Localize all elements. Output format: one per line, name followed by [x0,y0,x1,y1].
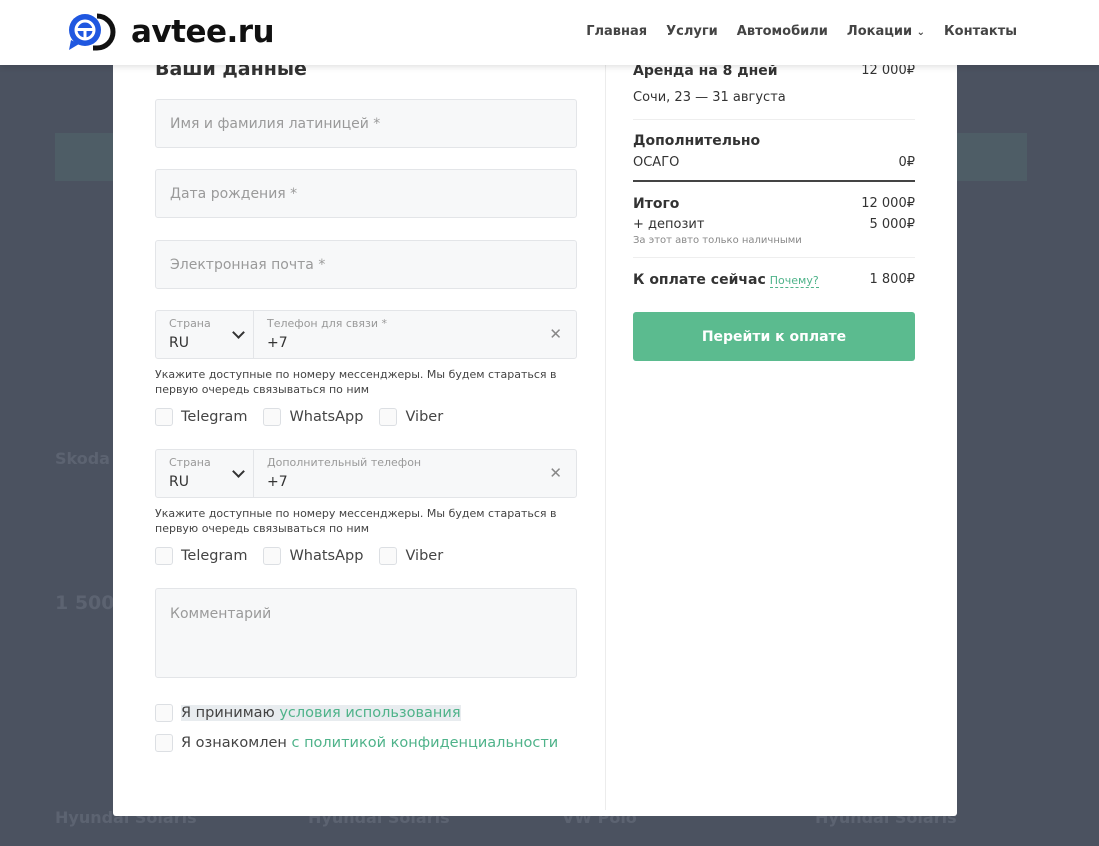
pay-now-text: К оплате сейчас [633,272,766,288]
privacy-label: Я ознакомлен с политикой конфиденциально… [181,735,558,751]
phone-label: Дополнительный телефон [267,456,422,469]
privacy-link[interactable]: с политикой конфиденциальности [291,735,558,751]
rent-price: 12 000₽ [861,63,915,78]
phone-value: +7 [267,335,288,351]
extras-label: Дополнительно [633,133,761,149]
terms-link[interactable]: условия использования [279,705,460,721]
why-link[interactable]: Почему? [769,274,819,288]
divider [633,257,915,258]
checkbox-label: Telegram [181,409,248,425]
checkbox-box[interactable] [263,547,282,565]
extra-phone-field: Страна RU Дополнительный телефон +7 ✕ [155,449,577,498]
country-value: RU [169,335,189,351]
main-nav: Главная Услуги Автомобили Локации ⌄ Конт… [586,24,1017,39]
terms-label: Я принимаю условия использования [181,705,461,721]
whatsapp-checkbox[interactable]: WhatsApp [263,547,363,565]
nav-contacts[interactable]: Контакты [944,24,1017,39]
checkbox-box[interactable] [263,408,282,426]
pay-now-label: К оплате сейчас Почему? [633,272,819,288]
clear-icon[interactable]: ✕ [549,464,562,482]
phone-field: Страна RU Телефон для связи * +7 ✕ [155,310,577,359]
pay-now-price: 1 800₽ [869,272,916,287]
checkbox-label: Viber [405,548,444,564]
checkbox-box[interactable] [155,408,173,426]
logo[interactable]: avtee.ru [67,12,275,52]
nav-locations-label: Локации [846,24,913,39]
total-label: Итого [633,196,680,212]
rent-details: Сочи, 23 — 31 августа [633,90,786,105]
terms-text: Я принимаю [181,705,280,721]
nav-home[interactable]: Главная [586,24,647,39]
checkbox-box[interactable] [379,408,398,426]
messenger-hint: Укажите доступные по номеру мессенджеры.… [155,368,557,396]
telegram-checkbox[interactable]: Telegram [155,408,247,426]
extra-phone-input[interactable]: Дополнительный телефон +7 ✕ [254,450,576,497]
terms-checkbox[interactable]: Я принимаю условия использования [155,704,461,722]
checkbox-box[interactable] [379,547,398,565]
email-input[interactable]: Электронная почта * [155,240,577,289]
checkbox-label: Telegram [181,548,248,564]
deposit-price: 5 000₽ [869,217,916,232]
booking-modal: Ваши данные Имя и фамилия латиницей * Да… [113,40,957,816]
go-to-payment-button[interactable]: Перейти к оплате [633,312,915,361]
messenger-checkboxes: Telegram WhatsApp Viber [155,547,443,565]
privacy-text: Я ознакомлен [181,735,292,751]
divider [633,119,915,120]
chevron-down-icon: ⌄ [916,27,926,38]
osago-price: 0₽ [898,155,915,170]
checkbox-box[interactable] [155,704,173,722]
site-header: avtee.ru Главная Услуги Автомобили Локац… [0,0,1099,65]
column-divider [605,65,606,810]
country-label: Страна [169,456,211,469]
viber-checkbox[interactable]: Viber [379,408,443,426]
country-label: Страна [169,317,211,330]
divider [633,180,915,182]
steering-wheel-chat-icon [69,13,116,51]
nav-cars[interactable]: Автомобили [737,24,828,39]
osago-label: ОСАГО [633,155,680,170]
name-input[interactable]: Имя и фамилия латиницей * [155,99,577,148]
checkbox-label: Viber [405,409,444,425]
comment-textarea[interactable]: Комментарий [155,588,577,678]
nav-locations[interactable]: Локации ⌄ [847,24,925,39]
checkbox-label: WhatsApp [289,548,364,564]
logo-text: avtee.ru [131,14,275,50]
viber-checkbox[interactable]: Viber [379,547,443,565]
checkbox-box[interactable] [155,547,173,565]
deposit-label: + депозит [633,217,705,232]
privacy-checkbox[interactable]: Я ознакомлен с политикой конфиденциально… [155,734,558,752]
telegram-checkbox[interactable]: Telegram [155,547,247,565]
total-price: 12 000₽ [861,196,915,211]
phone-input[interactable]: Телефон для связи * +7 ✕ [254,311,576,358]
checkbox-box[interactable] [155,734,173,752]
nav-services[interactable]: Услуги [666,24,718,39]
whatsapp-checkbox[interactable]: WhatsApp [263,408,363,426]
phone-label: Телефон для связи * [267,317,388,330]
country-select[interactable]: Страна RU [156,311,254,358]
messenger-hint: Укажите доступные по номеру мессенджеры.… [155,507,557,535]
messenger-checkboxes: Telegram WhatsApp Viber [155,408,443,426]
country-select[interactable]: Страна RU [156,450,254,497]
phone-value: +7 [267,474,288,490]
deposit-note: За этот авто только наличными [633,235,802,246]
clear-icon[interactable]: ✕ [549,325,562,343]
rent-label: Аренда на 8 дней [633,63,778,79]
country-value: RU [169,474,189,490]
checkbox-label: WhatsApp [289,409,364,425]
birthdate-input[interactable]: Дата рождения * [155,169,577,218]
